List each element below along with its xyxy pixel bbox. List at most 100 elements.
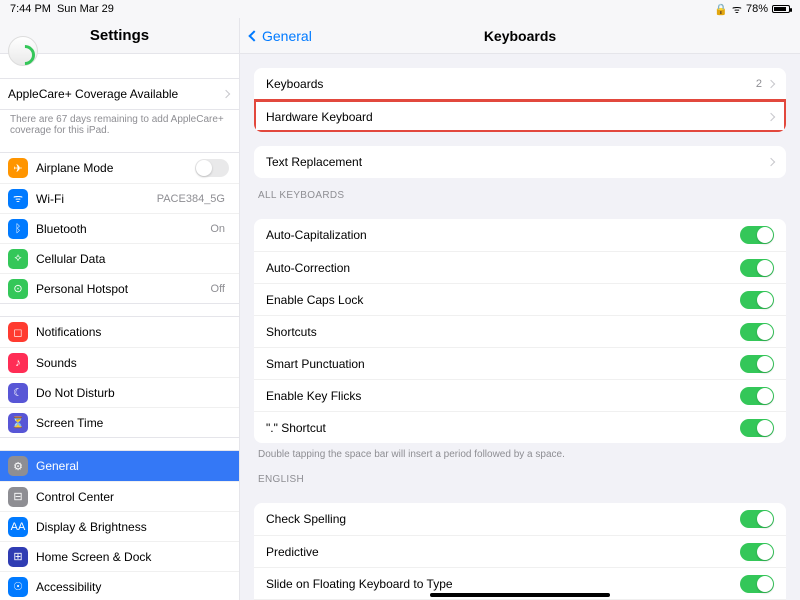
row-hardware-keyboard[interactable]: Hardware Keyboard [254,100,786,132]
sidebar-item-control-center[interactable]: ⊟ Control Center [0,481,239,511]
row-label: Slide on Floating Keyboard to Type [266,577,740,591]
sidebar-item-cellular-data[interactable]: ⟡ Cellular Data [0,243,239,273]
sidebar-item-bluetooth[interactable]: ᛒ BluetoothOn [0,213,239,243]
sidebar-item-label: Accessibility [36,580,229,594]
chevron-left-icon [248,30,259,41]
row-smart-punctuation: Smart Punctuation [254,347,786,379]
chevron-right-icon [767,158,775,166]
row-label: Enable Caps Lock [266,293,740,307]
english-group: Check Spelling Predictive Slide on Floatin… [254,503,786,600]
row-auto-correction: Auto-Correction [254,251,786,283]
sidebar-item-sounds[interactable]: ♪Sounds [0,347,239,377]
connectivity-group: ✈ Airplane Mode ᯤWi-FiPACE384_5G ᛒ Bluetooth… [0,152,239,304]
back-label: General [262,28,312,44]
status-date: Sun Mar 29 [57,3,114,15]
shortcut-hint: Double tapping the space bar will insert… [254,443,786,462]
row-shortcuts: Shortcuts [254,315,786,347]
wifi-icon: ᯤ [732,2,742,17]
sounds-icon: ♪ [8,353,28,373]
sidebar-item-screen-time[interactable]: ⏳ Screen Time [0,407,239,437]
display-brightness-icon: AA [8,517,28,537]
sidebar-item-label: Personal Hotspot [36,282,211,296]
back-button[interactable]: General [240,28,312,44]
row-keyboards[interactable]: Keyboards2 [254,68,786,100]
toggle[interactable] [740,291,774,309]
sidebar-title: Settings [90,27,149,44]
sidebar-item-label: Home Screen & Dock [36,550,229,564]
all-keyboards-label: ALL KEYBOARDS [254,178,786,205]
system-group: ◻ Notifications ♪Sounds☾Do Not Disturb ⏳ Scr… [0,316,239,438]
screen-time-icon: ⏳ [8,413,28,433]
sidebar: Settings AppleCare+ Coverage Available T… [0,18,240,600]
toggle[interactable] [740,259,774,277]
sidebar-item-label: Control Center [36,490,229,504]
battery-icon [772,5,790,13]
battery-pct: 78% [746,3,768,15]
row-auto-capitalization: Auto-Capitalization [254,219,786,251]
sidebar-item-label: Bluetooth [36,222,210,236]
keyboards-group: Keyboards2Hardware Keyboard [254,68,786,132]
toggle[interactable] [740,323,774,341]
row--shortcut: "." Shortcut [254,411,786,443]
sidebar-item-accessibility[interactable]: ☉ Accessibility [0,571,239,600]
chevron-right-icon [767,80,775,88]
toggle[interactable] [740,355,774,373]
toggle[interactable] [740,575,774,593]
control-center-icon: ⊟ [8,487,28,507]
applecare-label: AppleCare+ Coverage Available [8,87,223,101]
sidebar-item-personal-hotspot[interactable]: ⊙Personal HotspotOff [0,273,239,303]
toggle[interactable] [740,543,774,561]
row-text-replacement[interactable]: Text Replacement [254,146,786,178]
row-label: Smart Punctuation [266,357,740,371]
sidebar-item-do-not-disturb[interactable]: ☾Do Not Disturb [0,377,239,407]
sidebar-item-display-brightness[interactable]: AA Display & Brightness [0,511,239,541]
toggle[interactable] [740,387,774,405]
row-label: Shortcuts [266,325,740,339]
row-label: Text Replacement [266,155,768,169]
toggle[interactable] [195,159,229,177]
wi-fi-icon: ᯤ [8,189,28,209]
row-check-spelling: Check Spelling [254,503,786,535]
sidebar-item-label: Airplane Mode [36,161,195,175]
chevron-right-icon [767,112,775,120]
applecare-note: There are 67 days remaining to add Apple… [0,110,239,140]
sidebar-item-label: General [36,459,229,473]
sidebar-item-home-screen-dock[interactable]: ⊞ Home Screen & Dock [0,541,239,571]
general-group: ⚙ General ⊟ Control Center AA Display & Brigh… [0,450,239,600]
detail-pane: General Keyboards Keyboards2Hardware Key… [240,18,800,600]
applecare-row[interactable]: AppleCare+ Coverage Available [0,79,239,109]
airplane-mode-icon: ✈ [8,158,28,178]
statusbar: 7:44 PM Sun Mar 29 🔒 ᯤ 78% [0,0,800,18]
sidebar-item-label: Cellular Data [36,252,229,266]
sidebar-item-value: On [210,223,225,235]
sidebar-item-label: Screen Time [36,416,229,430]
row-enable-caps-lock: Enable Caps Lock [254,283,786,315]
toggle[interactable] [740,510,774,528]
general-icon: ⚙ [8,456,28,476]
toggle[interactable] [740,419,774,437]
personal-hotspot-icon: ⊙ [8,279,28,299]
row-label: Predictive [266,545,740,559]
sidebar-item-wi-fi[interactable]: ᯤWi-FiPACE384_5G [0,183,239,213]
toggle[interactable] [740,226,774,244]
notifications-icon: ◻ [8,322,28,342]
sidebar-item-value: PACE384_5G [157,193,225,205]
sidebar-item-airplane-mode[interactable]: ✈ Airplane Mode [0,153,239,183]
sidebar-item-label: Notifications [36,325,229,339]
bluetooth-icon: ᛒ [8,219,28,239]
home-indicator[interactable] [430,593,610,597]
do-not-disturb-icon: ☾ [8,383,28,403]
row-label: Auto-Capitalization [266,228,740,242]
row-predictive: Predictive [254,535,786,567]
sidebar-item-label: Display & Brightness [36,520,229,534]
sidebar-title-bar: Settings [0,18,239,54]
sidebar-item-notifications[interactable]: ◻ Notifications [0,317,239,347]
cellular-data-icon: ⟡ [8,249,28,269]
status-time: 7:44 PM [10,3,51,15]
lock-icon: 🔒 [714,3,728,16]
profile-avatar[interactable] [8,36,38,66]
accessibility-icon: ☉ [8,577,28,597]
home-screen-dock-icon: ⊞ [8,547,28,567]
row-label: Check Spelling [266,512,740,526]
sidebar-item-general[interactable]: ⚙ General [0,451,239,481]
